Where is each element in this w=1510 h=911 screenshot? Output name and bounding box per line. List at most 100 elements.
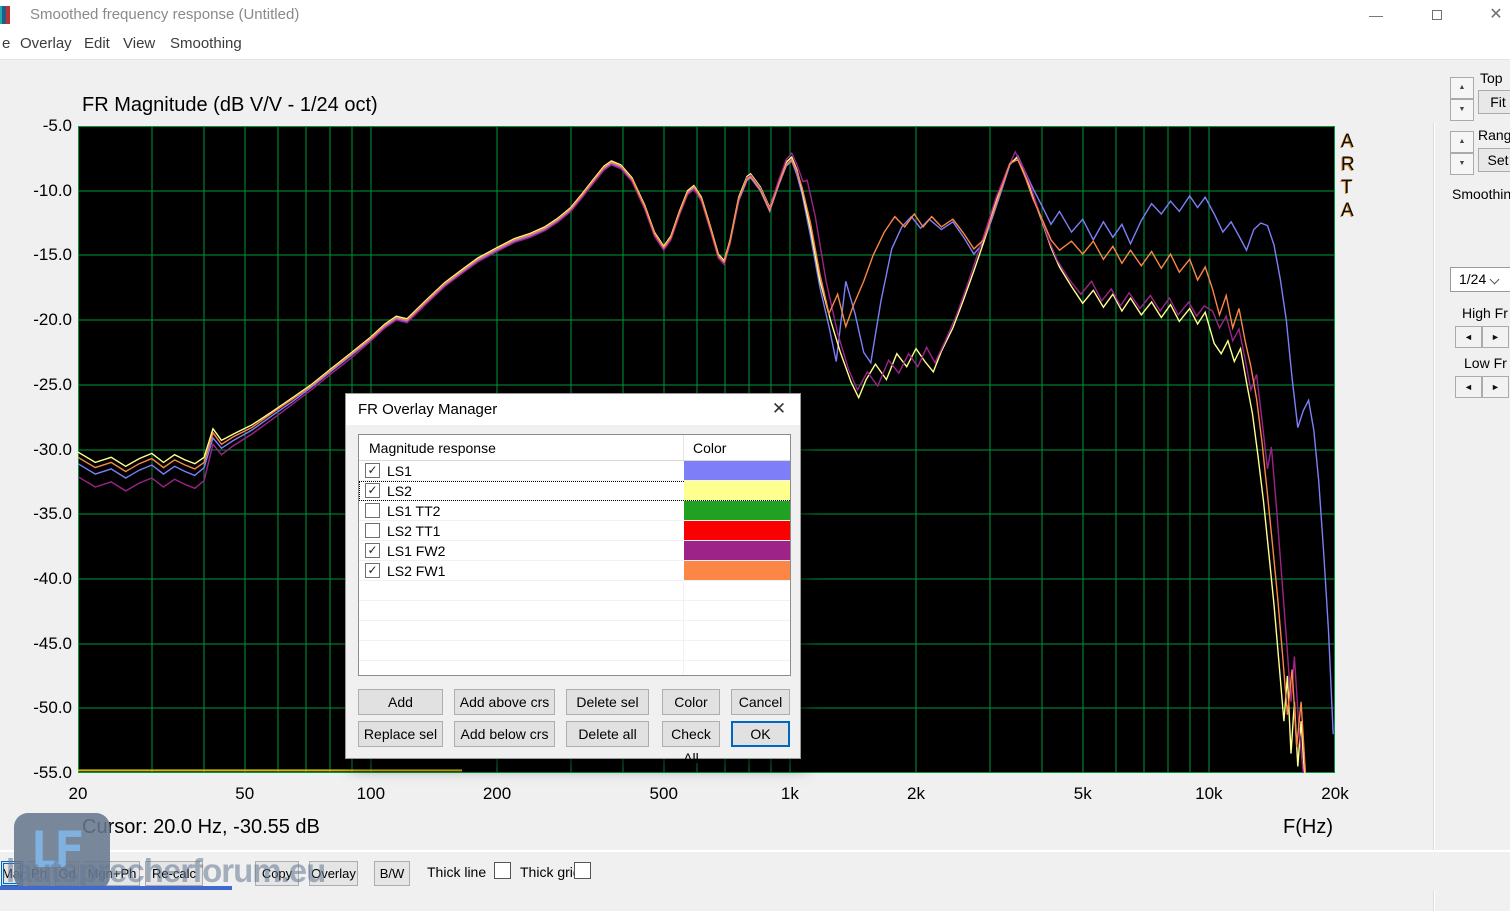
color-swatch[interactable] <box>684 541 791 560</box>
range-spin-up-icon[interactable]: ▲ <box>1450 131 1474 153</box>
column-color: Color <box>693 440 726 456</box>
maximize-button[interactable] <box>1414 0 1460 30</box>
add-button[interactable]: Add <box>358 689 443 715</box>
set-button[interactable]: Set <box>1478 148 1510 172</box>
overlay-checkbox-ls2-fw1[interactable]: ✓ <box>365 563 380 578</box>
menu-item-e[interactable]: e <box>2 35 10 52</box>
overlay-row-empty[interactable] <box>359 621 790 641</box>
title-bar: Smoothed frequency response (Untitled) —… <box>0 0 1510 30</box>
color-swatch[interactable] <box>684 521 791 540</box>
color-swatch[interactable] <box>684 561 791 580</box>
color-swatch[interactable] <box>684 481 791 500</box>
menu-item-overlay[interactable]: Overlay <box>20 35 72 52</box>
delete-all-button[interactable]: Delete all <box>566 721 649 747</box>
smoothing-dropdown[interactable]: 1/24 <box>1450 267 1510 292</box>
menu-bar: e Overlay Edit View Smoothing <box>0 30 1510 60</box>
overlay-checkbox-ls1[interactable]: ✓ <box>365 463 380 478</box>
menu-item-smoothing[interactable]: Smoothing <box>170 35 242 52</box>
overlay-row-ls1[interactable]: ✓ LS1 <box>359 461 790 481</box>
low-fr-arrows: ◄ ► <box>1455 376 1510 398</box>
overlay-list[interactable]: Magnitude response Color ✓ LS1 ✓LS2LS1 TT2… <box>358 434 791 676</box>
x-tick-20: 20 <box>48 784 108 804</box>
ok-button[interactable]: OK <box>731 721 790 747</box>
maximize-icon <box>1432 10 1442 20</box>
overlay-label: LS1 FW2 <box>387 543 445 559</box>
overlay-row-empty[interactable] <box>359 601 790 621</box>
fit-button[interactable]: Fit <box>1478 90 1510 114</box>
low-fr-left-icon[interactable]: ◄ <box>1455 376 1482 398</box>
dialog-close-icon[interactable]: ✕ <box>768 399 790 419</box>
x-tick-20k: 20k <box>1305 784 1365 804</box>
color-swatch[interactable] <box>684 501 791 520</box>
minimize-button[interactable]: — <box>1353 0 1399 30</box>
high-fr-left-icon[interactable]: ◄ <box>1455 326 1482 348</box>
dialog-title-bar[interactable]: FR Overlay Manager ✕ <box>346 394 800 425</box>
top-spinner: ▲ ▼ <box>1450 77 1474 121</box>
top-spin-up-icon[interactable]: ▲ <box>1450 77 1474 99</box>
x-tick-10k: 10k <box>1179 784 1239 804</box>
overlay-row-ls2[interactable]: ✓LS2 <box>359 481 790 501</box>
replace-sel-button[interactable]: Replace sel <box>358 721 443 747</box>
y-tick--25: -25.0 <box>12 375 72 395</box>
x-tick-5k: 5k <box>1053 784 1113 804</box>
y-tick--10: -10.0 <box>12 181 72 201</box>
high-fr-label: High Fr <box>1462 305 1508 321</box>
overlay-row-empty[interactable] <box>359 661 790 676</box>
panel-divider <box>1433 122 1435 911</box>
overlay-row-empty[interactable] <box>359 641 790 661</box>
column-separator <box>683 621 684 640</box>
range-spin-down-icon[interactable]: ▼ <box>1450 153 1474 175</box>
overlay-row-ls2-fw1[interactable]: ✓ LS2 FW1 <box>359 561 790 581</box>
add-above-crs-button[interactable]: Add above crs <box>454 689 555 715</box>
smoothing-label: Smoothing <box>1452 186 1510 202</box>
x-tick-100: 100 <box>341 784 401 804</box>
thick-line-checkbox[interactable] <box>494 862 511 879</box>
color-button[interactable]: Color <box>662 689 720 715</box>
menu-item-view[interactable]: View <box>123 35 155 52</box>
column-separator <box>683 581 684 600</box>
x-axis-title: F(Hz) <box>1283 816 1333 839</box>
low-fr-label: Low Fr <box>1464 355 1507 371</box>
x-tick-500: 500 <box>634 784 694 804</box>
overlay-checkbox-ls2-tt1[interactable] <box>365 523 380 538</box>
overlay-checkbox-ls2[interactable]: ✓ <box>365 483 380 498</box>
overlay-checkbox-ls1-fw2[interactable]: ✓ <box>365 543 380 558</box>
check-all-button[interactable]: Check All <box>662 721 720 747</box>
column-separator <box>683 661 684 676</box>
menu-item-edit[interactable]: Edit <box>84 35 110 52</box>
dialog-title: FR Overlay Manager <box>358 401 497 418</box>
top-spin-down-icon[interactable]: ▼ <box>1450 99 1474 121</box>
window-title: Smoothed frequency response (Untitled) <box>30 6 299 23</box>
watermark-text: lautsprecherforum.eu <box>6 852 325 890</box>
overlay-list-header: Magnitude response Color <box>359 435 790 461</box>
high-fr-right-icon[interactable]: ► <box>1482 326 1509 348</box>
overlay-row-ls1-fw2[interactable]: ✓ LS1 FW2 <box>359 541 790 561</box>
overlay-row-ls2-tt1[interactable]: LS2 TT1 <box>359 521 790 541</box>
cancel-button[interactable]: Cancel <box>731 689 790 715</box>
x-tick-1k: 1k <box>760 784 820 804</box>
overlay-row-ls1-tt2[interactable]: LS1 TT2 <box>359 501 790 521</box>
delete-sel-button[interactable]: Delete sel <box>566 689 649 715</box>
low-fr-right-icon[interactable]: ► <box>1482 376 1509 398</box>
cursor-readout: Cursor: 20.0 Hz, -30.55 dB <box>82 816 320 839</box>
y-tick--40: -40.0 <box>12 569 72 589</box>
bw-button[interactable]: B/W <box>374 861 410 886</box>
fr-overlay-manager-dialog: FR Overlay Manager ✕ Magnitude response … <box>345 393 801 759</box>
chart-title: FR Magnitude (dB V/V - 1/24 oct) <box>82 94 378 117</box>
overlay-label: LS1 <box>387 463 412 479</box>
y-tick--45: -45.0 <box>12 634 72 654</box>
range-label: Range <box>1478 127 1510 143</box>
overlay-checkbox-ls1-tt2[interactable] <box>365 503 380 518</box>
column-separator <box>683 435 684 460</box>
y-tick--55: -55.0 <box>12 763 72 783</box>
thick-grid-label: Thick grid <box>520 864 581 880</box>
color-swatch[interactable] <box>684 461 791 480</box>
column-magnitude-response: Magnitude response <box>369 440 496 456</box>
y-tick--50: -50.0 <box>12 698 72 718</box>
close-button[interactable]: ✕ <box>1473 0 1510 30</box>
thick-grid-checkbox[interactable] <box>574 862 591 879</box>
x-tick-50: 50 <box>215 784 275 804</box>
overlay-row-empty[interactable] <box>359 581 790 601</box>
add-below-crs-button[interactable]: Add below crs <box>454 721 555 747</box>
overlay-label: LS2 FW1 <box>387 563 445 579</box>
